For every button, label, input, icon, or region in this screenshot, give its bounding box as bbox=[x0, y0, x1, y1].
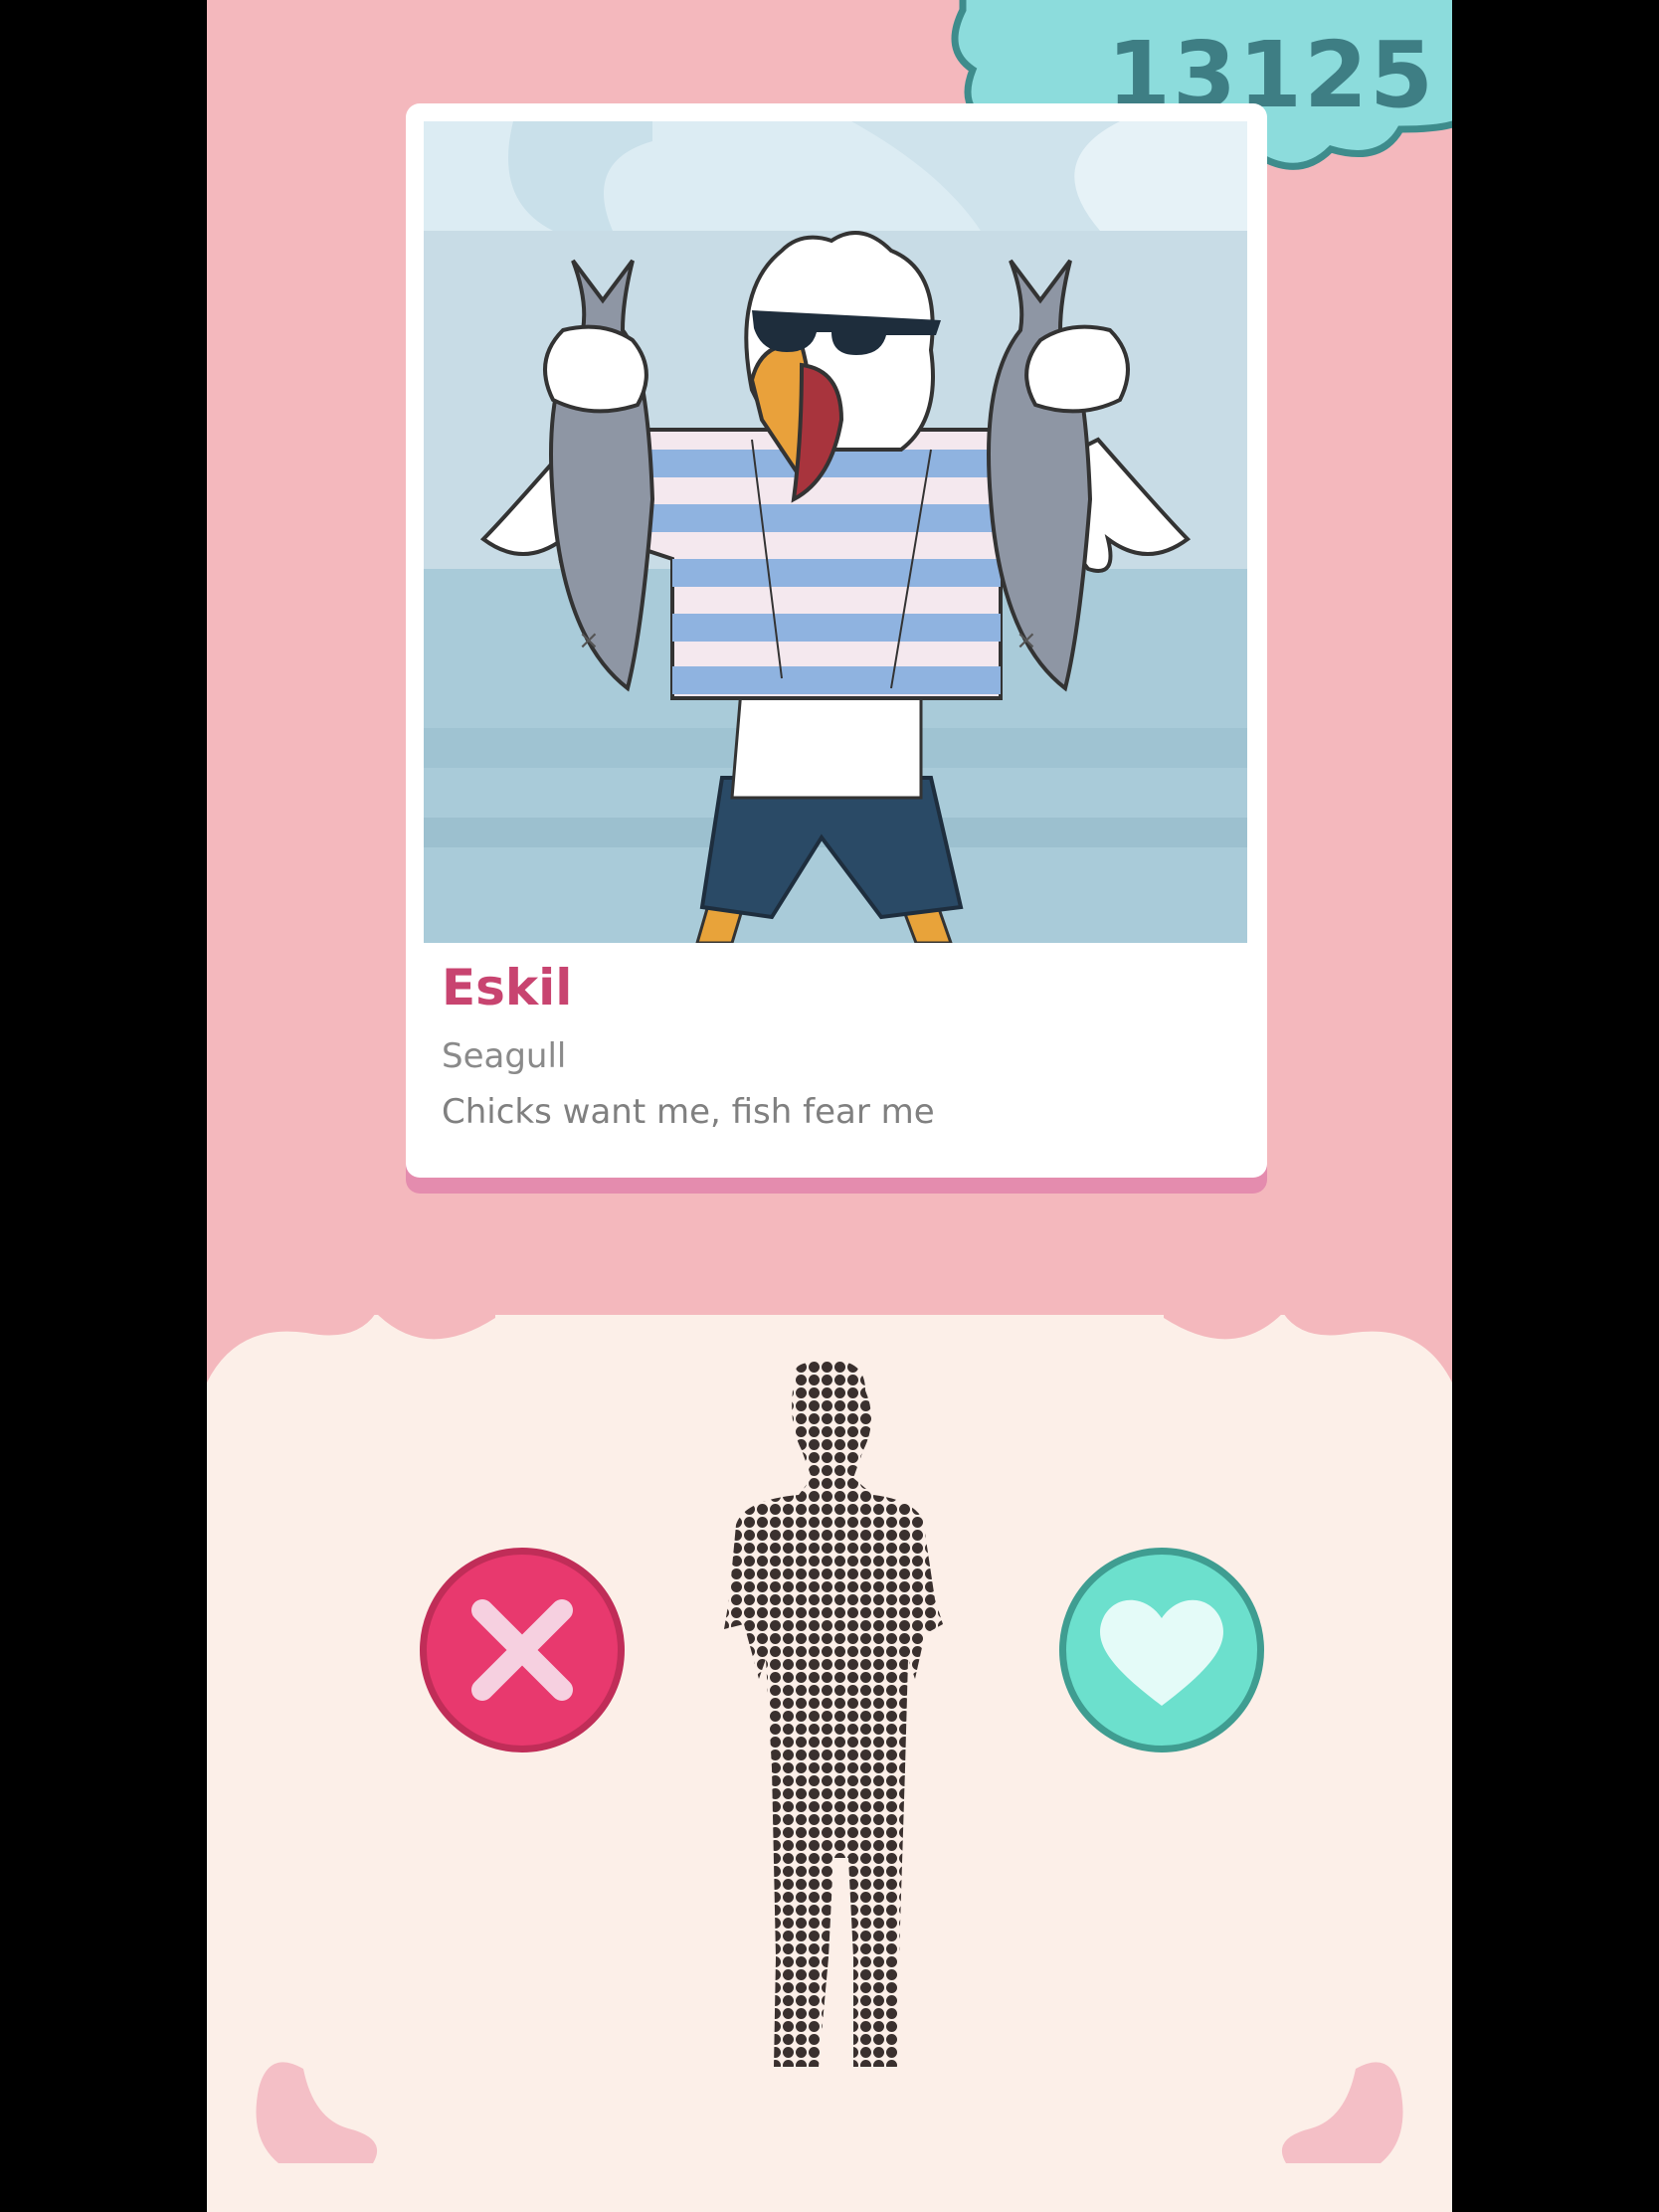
like-button[interactable] bbox=[1059, 1548, 1264, 1752]
profile-bio: Chicks want me, fish fear me bbox=[442, 1092, 935, 1132]
silhouette-figure bbox=[724, 1361, 943, 2067]
profile-species: Seagull bbox=[442, 1036, 567, 1076]
decorative-heart-icon bbox=[256, 2062, 378, 2163]
svg-text:×: × bbox=[578, 626, 600, 655]
profile-photo: × × bbox=[424, 121, 1247, 943]
seagull-illustration-icon: × × bbox=[424, 121, 1247, 943]
svg-text:×: × bbox=[1015, 626, 1037, 655]
dislike-button[interactable] bbox=[420, 1548, 625, 1752]
game-screen: 13125 × × Eskil Seagull Chicks want me, … bbox=[207, 0, 1452, 2212]
decorative-heart-icon bbox=[1281, 2062, 1403, 2163]
profile-card[interactable]: × × Eskil Seagull Chicks want me, fish f… bbox=[406, 103, 1267, 1178]
profile-name: Eskil bbox=[442, 959, 573, 1016]
x-icon bbox=[471, 1599, 573, 1701]
heart-icon bbox=[1100, 1599, 1223, 1706]
